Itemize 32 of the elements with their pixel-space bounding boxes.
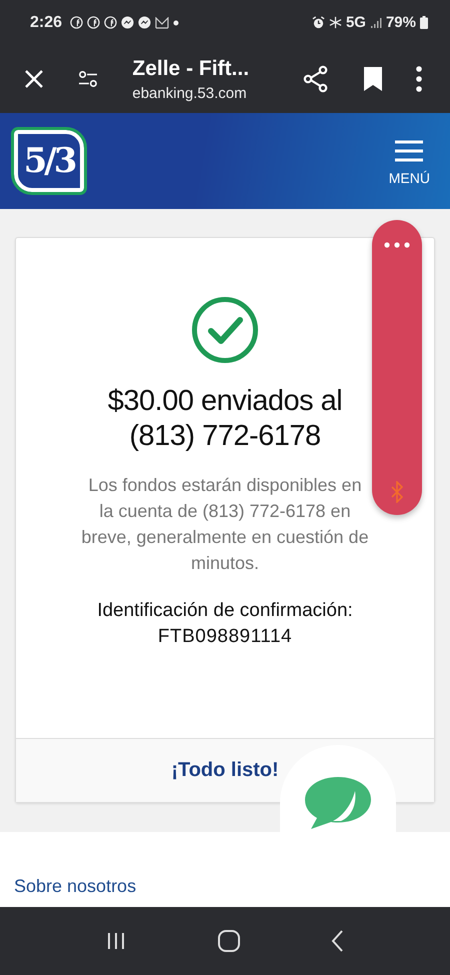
close-icon[interactable]	[24, 69, 44, 89]
confirmation-headline: $30.00 enviados al (813) 772-6178	[106, 384, 344, 454]
page-title: Zelle - Fift...	[132, 56, 250, 80]
dot-icon	[173, 20, 180, 26]
confirmation-id: FTB098891114	[158, 626, 292, 648]
confirmation-message: Los fondos estarán disponibles en la cuenta de (813) 772-6178 en breve, generalmente en cuestión de minutos.	[80, 474, 370, 575]
network-type: 5G	[346, 14, 366, 31]
confirmation-id-label: Identificación de confirmación:	[97, 600, 353, 622]
done-link[interactable]: ¡Todo listo!	[171, 759, 279, 782]
success-check-icon	[191, 296, 259, 364]
battery-icon	[420, 16, 428, 29]
footer-link[interactable]: Sobre nosotros	[14, 876, 136, 897]
settings-icon[interactable]	[77, 70, 100, 88]
facebook-notification-icon	[104, 16, 118, 29]
home-icon[interactable]	[216, 929, 241, 953]
chat-bubble-icon	[303, 775, 373, 831]
facebook-notification-icon	[87, 16, 100, 29]
bookmark-icon[interactable]	[362, 66, 383, 92]
share-icon[interactable]	[302, 65, 330, 93]
bank-logo[interactable]: 5/3	[14, 130, 84, 192]
signal-icon	[370, 16, 382, 28]
battery-percent: 79%	[386, 14, 416, 31]
alarm-icon	[312, 16, 325, 29]
page-url: ebanking.53.com	[132, 84, 247, 102]
menu-icon	[395, 140, 424, 162]
clock-time: 2:26	[30, 14, 62, 32]
more-icon[interactable]	[416, 66, 422, 92]
messenger-notification-icon	[138, 16, 152, 29]
facebook-notification-icon	[70, 16, 84, 29]
messenger-notification-icon	[121, 16, 134, 29]
menu-button[interactable]: MENÚ	[388, 136, 430, 186]
mail-notification-icon	[155, 16, 170, 28]
